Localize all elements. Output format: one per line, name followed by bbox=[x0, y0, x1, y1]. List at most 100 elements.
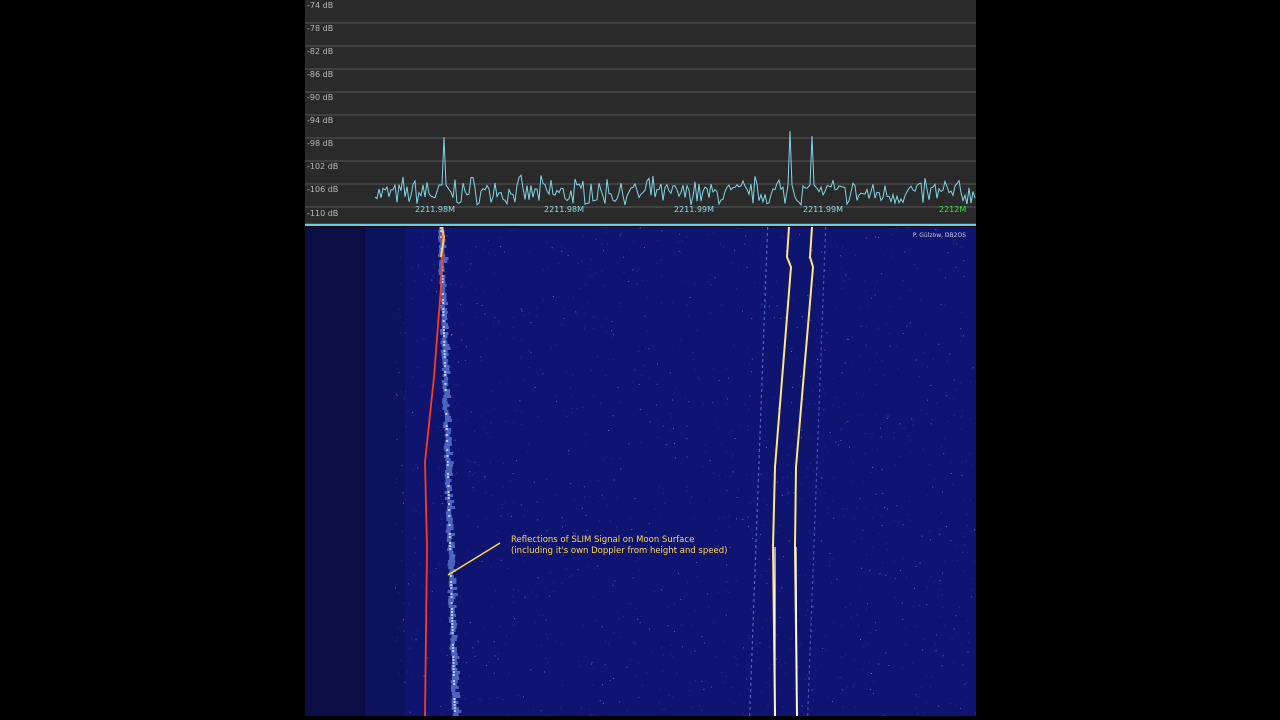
noise-dot bbox=[950, 540, 952, 542]
noise-dot bbox=[566, 415, 568, 417]
noise-dot bbox=[845, 274, 847, 276]
noise-dot bbox=[937, 595, 939, 597]
faint-trace bbox=[751, 659, 753, 662]
noise-dot bbox=[914, 587, 916, 589]
noise-dot bbox=[798, 575, 800, 577]
faint-trace bbox=[757, 491, 759, 494]
noise-dot bbox=[584, 325, 586, 327]
noise-dot bbox=[915, 694, 917, 696]
reflection-band bbox=[442, 347, 451, 350]
noise-dot bbox=[529, 251, 531, 253]
faint-trace bbox=[758, 461, 760, 464]
noise-dot bbox=[497, 653, 499, 655]
noise-dot bbox=[595, 238, 597, 240]
noise-dot bbox=[844, 422, 846, 424]
faint-trace bbox=[817, 425, 819, 428]
faint-trace bbox=[752, 629, 754, 632]
noise-dot bbox=[563, 324, 565, 326]
noise-dot bbox=[498, 322, 500, 324]
reflection-band bbox=[445, 425, 448, 427]
noise-dot bbox=[870, 672, 872, 674]
noise-dot bbox=[804, 575, 806, 577]
noise-dot bbox=[902, 618, 904, 620]
noise-dot bbox=[939, 479, 941, 481]
noise-dot bbox=[607, 504, 609, 506]
noise-dot bbox=[733, 345, 735, 347]
noise-dot bbox=[589, 268, 591, 270]
noise-dot bbox=[875, 508, 877, 510]
reflection-band bbox=[446, 488, 452, 491]
reflection-band bbox=[445, 440, 452, 443]
noise-dot bbox=[921, 649, 923, 651]
waterfall-panel[interactable]: P. Gülzow, DB2OS Reflections of SLIM Sig… bbox=[305, 227, 976, 716]
noise-dot bbox=[412, 674, 414, 676]
noise-dot bbox=[720, 243, 722, 245]
faint-trace bbox=[760, 407, 762, 410]
noise-dot bbox=[901, 602, 903, 604]
noise-dot bbox=[872, 546, 874, 548]
noise-dot bbox=[799, 643, 801, 645]
noise-dot bbox=[594, 567, 596, 569]
noise-dot bbox=[645, 346, 647, 348]
db-label: -102 dB bbox=[307, 162, 339, 171]
noise-dot bbox=[816, 376, 818, 378]
noise-dot bbox=[612, 334, 614, 336]
noise-dot bbox=[832, 700, 834, 702]
noise-dot bbox=[521, 410, 523, 412]
noise-dot bbox=[458, 449, 460, 451]
annotation-text: Reflections of SLIM Signal on Moon Surfa… bbox=[511, 535, 727, 557]
faint-trace bbox=[749, 707, 751, 710]
faint-trace bbox=[823, 275, 825, 278]
noise-dot bbox=[515, 460, 517, 462]
reflection-band bbox=[445, 452, 454, 455]
noise-dot bbox=[584, 328, 586, 330]
noise-dot bbox=[480, 356, 482, 358]
db-label: -106 dB bbox=[307, 185, 339, 194]
noise-dot bbox=[880, 273, 882, 275]
noise-dot bbox=[955, 615, 957, 617]
noise-dot bbox=[661, 586, 663, 588]
noise-dot bbox=[524, 596, 526, 598]
noise-dot bbox=[477, 526, 479, 528]
noise-dot bbox=[887, 415, 889, 417]
noise-dot bbox=[446, 654, 448, 656]
noise-dot bbox=[395, 585, 397, 587]
noise-dot bbox=[903, 427, 905, 429]
noise-dot bbox=[638, 663, 640, 665]
faint-trace bbox=[816, 467, 818, 470]
noise-dot bbox=[478, 698, 480, 700]
noise-dot bbox=[501, 507, 503, 509]
noise-dot bbox=[505, 643, 507, 645]
noise-dot bbox=[843, 280, 845, 282]
faint-trace bbox=[761, 389, 763, 392]
faint-trace bbox=[753, 581, 756, 584]
noise-dot bbox=[672, 696, 674, 698]
noise-dot bbox=[417, 264, 419, 266]
noise-dot bbox=[403, 396, 405, 398]
faint-trace bbox=[765, 281, 767, 284]
noise-dot bbox=[703, 403, 705, 405]
noise-dot bbox=[818, 470, 820, 472]
reflection-band bbox=[441, 296, 447, 299]
noise-dot bbox=[468, 475, 470, 477]
reflection-band bbox=[447, 521, 453, 524]
reflection-band bbox=[448, 551, 454, 554]
spectrum-panel[interactable]: -74 dB -78 dB -82 dB -86 dB -90 dB -94 d… bbox=[305, 0, 976, 226]
noise-dot bbox=[728, 515, 730, 517]
faint-trace bbox=[750, 677, 752, 680]
faint-trace bbox=[814, 521, 816, 524]
faint-trace bbox=[821, 329, 823, 332]
noise-dot bbox=[949, 353, 951, 355]
noise-dot bbox=[530, 669, 532, 671]
noise-dot bbox=[590, 663, 592, 665]
noise-dot bbox=[779, 590, 781, 592]
noise-dot bbox=[960, 428, 962, 430]
reflection-band bbox=[451, 629, 454, 631]
noise-dot bbox=[648, 348, 650, 350]
noise-dot bbox=[890, 233, 892, 235]
noise-dot bbox=[769, 557, 771, 559]
noise-dot bbox=[612, 584, 614, 586]
noise-dot bbox=[805, 614, 807, 616]
noise-dot bbox=[734, 249, 736, 251]
noise-dot bbox=[556, 297, 558, 299]
